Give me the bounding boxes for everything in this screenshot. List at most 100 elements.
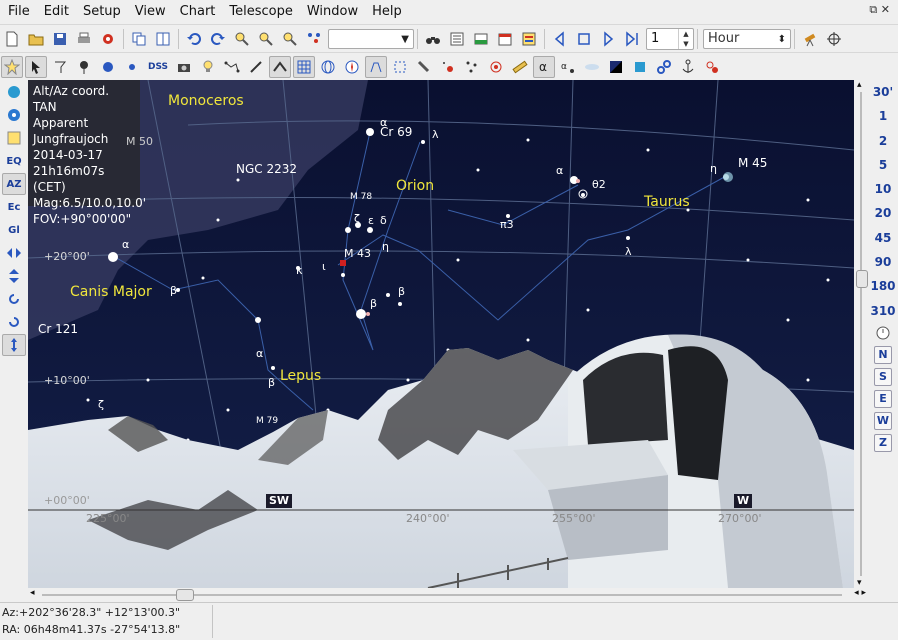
constellation-lines-icon[interactable] (221, 56, 243, 78)
scroll-track[interactable] (860, 92, 862, 576)
label-icon[interactable]: α (557, 56, 579, 78)
open-button[interactable] (25, 28, 47, 50)
redo-button[interactable] (207, 28, 229, 50)
dss-button[interactable]: DSS (145, 56, 171, 78)
zoom-out-icon[interactable] (255, 28, 277, 50)
flip-vertical-icon[interactable] (2, 265, 26, 287)
spin-arrows-icon[interactable]: ▲ ▼ (678, 29, 693, 49)
fov-5-button[interactable]: 5 (868, 153, 898, 177)
night-vision-icon[interactable] (605, 56, 627, 78)
fov-20-button[interactable]: 20 (868, 201, 898, 225)
link-icon[interactable] (653, 56, 675, 78)
time-forward-icon[interactable] (597, 28, 619, 50)
fit-vertical-icon[interactable] (2, 334, 26, 356)
comet-icon[interactable] (413, 56, 435, 78)
az-button[interactable]: AZ (2, 173, 26, 195)
view-zenith-button[interactable]: Z (874, 433, 892, 452)
crosshair-icon[interactable] (823, 28, 845, 50)
scroll-down-icon[interactable]: ▾ (857, 578, 862, 588)
fov-2-button[interactable]: 2 (868, 129, 898, 153)
globe-icon[interactable] (2, 104, 26, 126)
scroll-thumb[interactable] (176, 589, 194, 601)
rotate-ccw-icon[interactable] (2, 311, 26, 333)
alpha-icon[interactable]: α (533, 56, 555, 78)
zoom-in-icon[interactable] (231, 28, 253, 50)
grid-icon[interactable] (293, 56, 315, 78)
menu-help[interactable]: Help (365, 0, 409, 24)
scroll-thumb[interactable] (856, 270, 868, 288)
scroll-track[interactable] (42, 594, 842, 596)
anchor-icon[interactable] (677, 56, 699, 78)
frame-icon[interactable] (389, 56, 411, 78)
search-combo[interactable]: ▼ (328, 29, 414, 49)
chart-settings-icon[interactable] (2, 127, 26, 149)
rotate-cw-icon[interactable] (2, 288, 26, 310)
scroll-left-icon[interactable]: ◂ (30, 588, 35, 598)
object-list-icon[interactable] (446, 28, 468, 50)
ec-button[interactable]: Ec (2, 196, 26, 218)
globe-grid-icon[interactable] (317, 56, 339, 78)
view-north-button[interactable]: N (874, 345, 892, 364)
menu-telescope[interactable]: Telescope (222, 0, 299, 24)
horizon-icon[interactable] (470, 28, 492, 50)
save-button[interactable] (49, 28, 71, 50)
horizontal-scrollbar[interactable]: ◂ ◂ ▸ (28, 588, 868, 602)
telescope-icon[interactable] (799, 28, 821, 50)
tile-button[interactable] (152, 28, 174, 50)
new-chart-button[interactable] (1, 28, 23, 50)
menu-chart[interactable]: Chart (173, 0, 223, 24)
planet-icon[interactable] (97, 56, 119, 78)
sun-icon[interactable] (121, 56, 143, 78)
binoculars-icon[interactable] (422, 28, 444, 50)
telescope-list-icon[interactable] (629, 56, 651, 78)
milkyway-icon[interactable] (581, 56, 603, 78)
undo-button[interactable] (183, 28, 205, 50)
remove-marks-icon[interactable] (701, 56, 723, 78)
asteroid-icon[interactable] (437, 56, 459, 78)
fov-90-button[interactable]: 90 (868, 250, 898, 274)
fov-10-button[interactable]: 10 (868, 177, 898, 201)
boundaries-icon[interactable] (269, 56, 291, 78)
camera-icon[interactable] (173, 56, 195, 78)
timestep-spinbox[interactable]: 1 ▲ ▼ (646, 28, 694, 50)
pointer-icon[interactable] (25, 56, 47, 78)
menu-window[interactable]: Window (300, 0, 365, 24)
zoom-fit-icon[interactable] (279, 28, 301, 50)
scroll-right-icon[interactable]: ◂ ▸ (854, 588, 866, 598)
zenith-icon[interactable] (2, 81, 26, 103)
fov-30min-button[interactable]: 30' (868, 80, 898, 104)
time-unit-combo[interactable]: Hour ⬍ (703, 29, 791, 49)
lasso-icon[interactable] (49, 56, 71, 78)
view-south-button[interactable]: S (874, 367, 892, 386)
fov-45-button[interactable]: 45 (868, 226, 898, 250)
bulb-icon[interactable] (197, 56, 219, 78)
copy-button[interactable] (128, 28, 150, 50)
measure-icon[interactable] (245, 56, 267, 78)
window-controls[interactable]: ⧉ ✕ (869, 3, 890, 17)
flip-horizontal-icon[interactable] (2, 242, 26, 264)
gl-button[interactable]: Gl (2, 219, 26, 241)
target-icon[interactable] (485, 56, 507, 78)
time-back-icon[interactable] (549, 28, 571, 50)
time-stop-icon[interactable] (573, 28, 595, 50)
print-button[interactable] (73, 28, 95, 50)
find-object-icon[interactable] (303, 28, 325, 50)
sky-chart[interactable]: Alt/Az coord. TAN Apparent Jungfraujoch … (28, 80, 854, 588)
fov-1-button[interactable]: 1 (868, 104, 898, 128)
pin-icon[interactable] (73, 56, 95, 78)
fov-180-button[interactable]: 180 (868, 274, 898, 298)
asterism-icon[interactable] (365, 56, 387, 78)
star-select-icon[interactable] (1, 56, 23, 78)
clock-icon[interactable] (868, 323, 898, 343)
menu-edit[interactable]: Edit (37, 0, 76, 24)
menu-setup[interactable]: Setup (76, 0, 128, 24)
ruler-icon[interactable] (509, 56, 531, 78)
chart-info-icon[interactable] (518, 28, 540, 50)
menu-view[interactable]: View (128, 0, 173, 24)
menu-file[interactable]: File (0, 0, 37, 24)
calendar-icon[interactable] (494, 28, 516, 50)
config-button[interactable] (97, 28, 119, 50)
fov-310-button[interactable]: 310 (868, 299, 898, 323)
time-fast-forward-icon[interactable] (621, 28, 643, 50)
stars-icon[interactable] (461, 56, 483, 78)
